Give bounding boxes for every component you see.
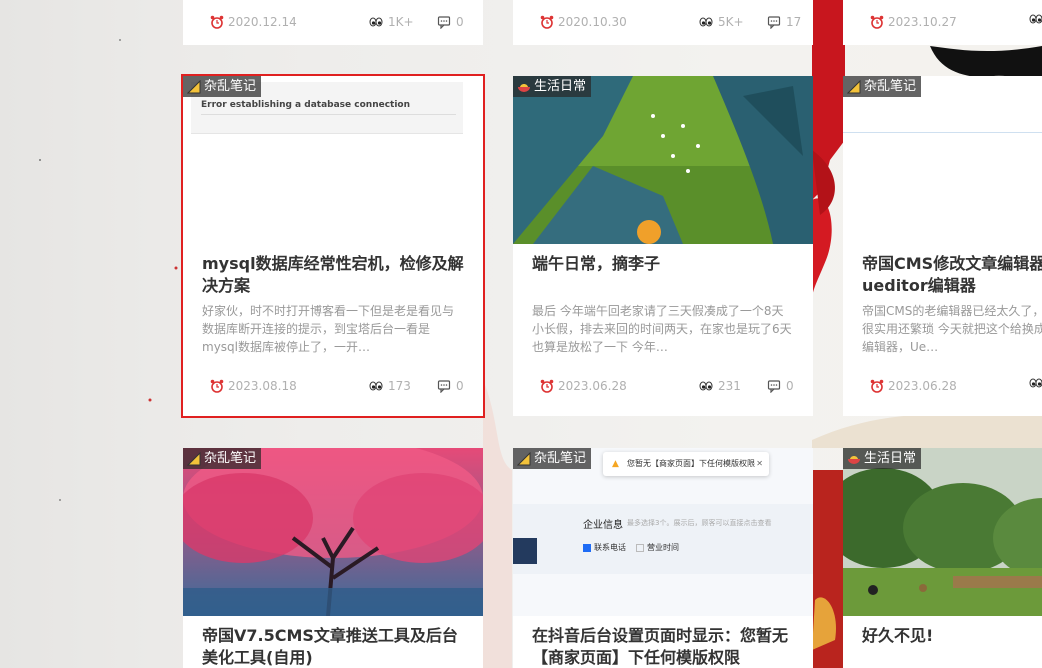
plum-photo <box>513 76 813 244</box>
post-card-duanwu[interactable]: 生活日常 端午日常，摘李子 最后 今年端午回老家请了三天假凑成了一个8天小长假，… <box>513 76 813 416</box>
post-meta: 2023.06.28 231 0 <box>513 376 813 396</box>
eyes-icon <box>369 381 383 391</box>
post-date: 2023.06.28 <box>558 379 627 393</box>
post-date: 2023.08.18 <box>228 379 297 393</box>
category-tag[interactable]: 杂乱笔记 <box>843 76 922 97</box>
thumbnail-error-text: Error establishing a database connection <box>201 100 411 110</box>
category-tag[interactable]: 杂乱笔记 <box>183 76 262 97</box>
post-title[interactable]: 在抖音后台设置页面时显示：您暂无【商家页面】下任何模版权限 <box>532 625 794 668</box>
ruler-icon <box>187 451 201 465</box>
post-card-top-3[interactable]: 2023.10.27 <box>843 0 1042 45</box>
category-tag[interactable]: 生活日常 <box>513 76 592 97</box>
alarm-clock-icon <box>870 15 884 29</box>
eyes-icon <box>699 381 713 391</box>
eyes-icon <box>369 17 383 27</box>
ruler-icon <box>847 79 861 93</box>
category-tag[interactable]: 杂乱笔记 <box>183 448 262 469</box>
post-thumbnail[interactable]: ▲ 您暂无【商家页面】下任何模版权限 ✕ 企业信息 最多选择3个。展示后，顾客可… <box>513 448 813 616</box>
post-thumbnail[interactable]: Error establishing a database connection <box>183 76 483 244</box>
category-tag[interactable]: 生活日常 <box>843 448 922 469</box>
post-meta: 2023.08.18 173 0 <box>183 376 483 396</box>
category-label: 杂乱笔记 <box>204 79 257 94</box>
post-thumbnail[interactable] <box>513 76 813 244</box>
view-count: 1K+ <box>388 15 414 29</box>
post-thumbnail[interactable] <box>843 448 1042 616</box>
post-excerpt: 好家伙，时不时打开博客看一下但是老是看见与数据库断开连接的提示，到宝塔后台一看是… <box>202 304 455 354</box>
red-tree-photo <box>183 448 483 616</box>
post-excerpt: 帝国CMS的老编辑器已经太久了，很实用还繁琐 今天就把这个给换成编辑器，Ue… <box>862 304 1042 354</box>
post-card-douyin[interactable]: ▲ 您暂无【商家页面】下任何模版权限 ✕ 企业信息 最多选择3个。展示后，顾客可… <box>513 448 813 668</box>
ruler-icon <box>517 451 531 465</box>
post-title[interactable]: 好久不见! <box>862 625 1042 647</box>
post-card-mysql[interactable]: Error establishing a database connection… <box>181 74 485 418</box>
category-label: 生活日常 <box>534 79 587 94</box>
post-date: 2020.12.14 <box>228 15 297 29</box>
thumbnail-option-hours: 营业时间 <box>636 542 679 553</box>
category-label: 杂乱笔记 <box>864 79 917 94</box>
alarm-clock-icon <box>210 15 224 29</box>
post-date: 2020.10.30 <box>558 15 627 29</box>
post-meta: 2020.12.14 1K+ 0 <box>183 12 483 32</box>
warning-icon: ▲ <box>612 459 619 469</box>
comment-icon <box>437 16 451 29</box>
alarm-clock-icon <box>870 379 884 393</box>
post-title[interactable]: 端午日常，摘李子 <box>532 253 794 275</box>
village-photo <box>843 448 1042 616</box>
alarm-clock-icon <box>540 379 554 393</box>
comment-count: 0 <box>456 379 464 393</box>
bowl-icon <box>848 455 860 464</box>
post-title[interactable]: 帝国V7.5CMS文章推送工具及后台美化工具(自用) <box>202 625 464 668</box>
eyes-icon <box>1029 378 1042 388</box>
category-label: 杂乱笔记 <box>204 451 257 466</box>
post-meta: 2023.10.27 <box>843 12 1042 32</box>
post-thumbnail[interactable] <box>183 448 483 616</box>
post-card-top-1[interactable]: 2020.12.14 1K+ 0 <box>183 0 483 45</box>
category-tag[interactable]: 杂乱笔记 <box>513 448 592 469</box>
thumbnail-option-phone: 联系电话 <box>583 542 626 553</box>
thumbnail-notice: ▲ 您暂无【商家页面】下任何模版权限 ✕ <box>603 452 769 476</box>
comment-icon <box>767 380 781 393</box>
alarm-clock-icon <box>540 15 554 29</box>
eyes-icon <box>1029 14 1042 24</box>
eyes-icon <box>699 17 713 27</box>
thumbnail-heading: 企业信息 <box>583 520 623 531</box>
comment-icon <box>767 16 781 29</box>
post-date: 2023.10.27 <box>888 15 957 29</box>
comment-icon <box>437 380 451 393</box>
post-date: 2023.06.28 <box>888 379 957 393</box>
category-label: 杂乱笔记 <box>534 451 587 466</box>
post-thumbnail[interactable] <box>843 76 1042 244</box>
alarm-clock-icon <box>210 379 224 393</box>
thumbnail-sub: 最多选择3个。展示后，顾客可以直接点击查看 <box>627 519 772 527</box>
category-label: 生活日常 <box>864 451 917 466</box>
post-excerpt: 最后 今年端午回老家请了三天假凑成了一个8天小长假，排去来回的时间两天，在家也是… <box>532 304 792 354</box>
thumbnail-notice-text: 您暂无【商家页面】下任何模版权限 <box>627 459 755 468</box>
post-title[interactable]: 帝国CMS修改文章编辑器ueditor编辑器 <box>862 253 1042 297</box>
post-card-long-time[interactable]: 生活日常 好久不见! <box>843 448 1042 668</box>
view-count: 231 <box>718 379 741 393</box>
post-title[interactable]: mysql数据库经常性宕机，检修及解决方案 <box>202 253 464 297</box>
comment-count: 17 <box>786 15 802 29</box>
view-count: 173 <box>388 379 411 393</box>
close-icon: ✕ <box>756 459 763 468</box>
post-card-diguo-tool[interactable]: 杂乱笔记 帝国V7.5CMS文章推送工具及后台美化工具(自用) <box>183 448 483 668</box>
post-card-ueditor[interactable]: 杂乱笔记 帝国CMS修改文章编辑器ueditor编辑器 帝国CMS的老编辑器已经… <box>843 76 1042 416</box>
post-card-top-2[interactable]: 2020.10.30 5K+ 17 <box>513 0 813 45</box>
comment-count: 0 <box>786 379 794 393</box>
post-meta: 2020.10.30 5K+ 17 <box>513 12 813 32</box>
bowl-icon <box>518 83 530 92</box>
post-meta: 2023.06.28 <box>843 376 1042 396</box>
comment-count: 0 <box>456 15 464 29</box>
ruler-icon <box>187 79 201 93</box>
view-count: 5K+ <box>718 15 744 29</box>
